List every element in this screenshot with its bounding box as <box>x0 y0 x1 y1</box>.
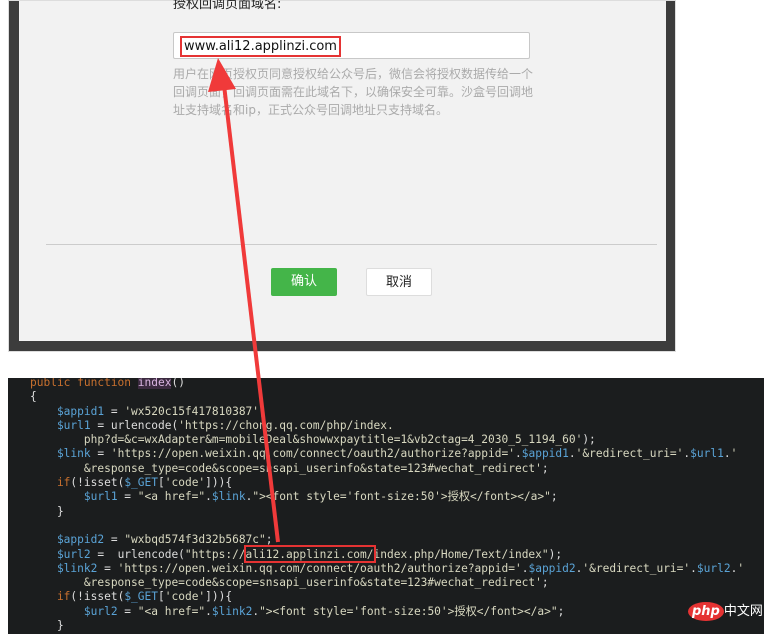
annotation-arrow-icon <box>208 58 280 543</box>
